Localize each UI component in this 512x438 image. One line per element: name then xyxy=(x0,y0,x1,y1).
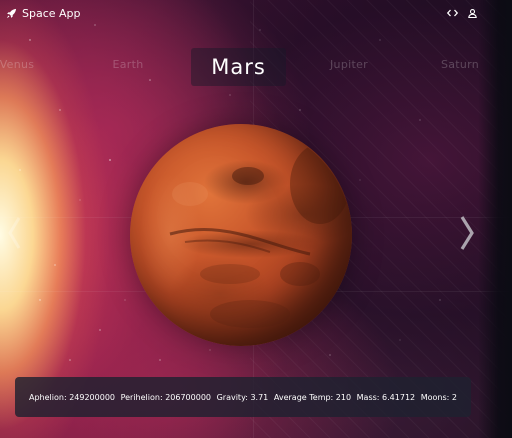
rocket-icon xyxy=(6,8,17,19)
stat-gravity: Gravity: 3.71 xyxy=(216,392,269,402)
app-root: Space App Venus Earth Mars Jupiter Satur… xyxy=(0,0,512,438)
top-bar: Space App xyxy=(0,0,512,30)
tab-jupiter[interactable]: Jupiter xyxy=(330,58,368,71)
chevron-right-icon xyxy=(460,216,474,250)
tab-mars-active[interactable]: Mars xyxy=(191,48,286,86)
planet-tabs: Venus Earth Mars Jupiter Saturn xyxy=(0,48,512,88)
stat-average-temp: Average Temp: 210 xyxy=(273,392,352,402)
user-icon[interactable] xyxy=(466,7,478,19)
app-logo[interactable]: Space App xyxy=(6,7,81,20)
tab-earth[interactable]: Earth xyxy=(113,58,144,71)
stat-mass: Mass: 6.41712 xyxy=(356,392,416,402)
stat-moons: Moons: 2 xyxy=(420,392,457,402)
next-planet-button[interactable] xyxy=(455,212,479,254)
code-icon[interactable] xyxy=(446,7,458,19)
stat-aphelion: Aphelion: 249200000 xyxy=(29,392,115,402)
stat-perihelion: Perihelion: 206700000 xyxy=(120,392,211,402)
app-title: Space App xyxy=(22,7,81,20)
tab-saturn[interactable]: Saturn xyxy=(441,58,479,71)
selected-planet-title: Mars xyxy=(211,55,266,79)
previous-planet-button[interactable] xyxy=(2,212,26,254)
planet-surface-detail xyxy=(169,144,350,328)
planet-mars xyxy=(130,124,352,346)
header-actions xyxy=(446,7,478,19)
tab-venus[interactable]: Venus xyxy=(0,58,34,71)
chevron-left-icon xyxy=(8,217,21,249)
planet-info-bar: Aphelion: 249200000 Perihelion: 20670000… xyxy=(15,377,471,417)
